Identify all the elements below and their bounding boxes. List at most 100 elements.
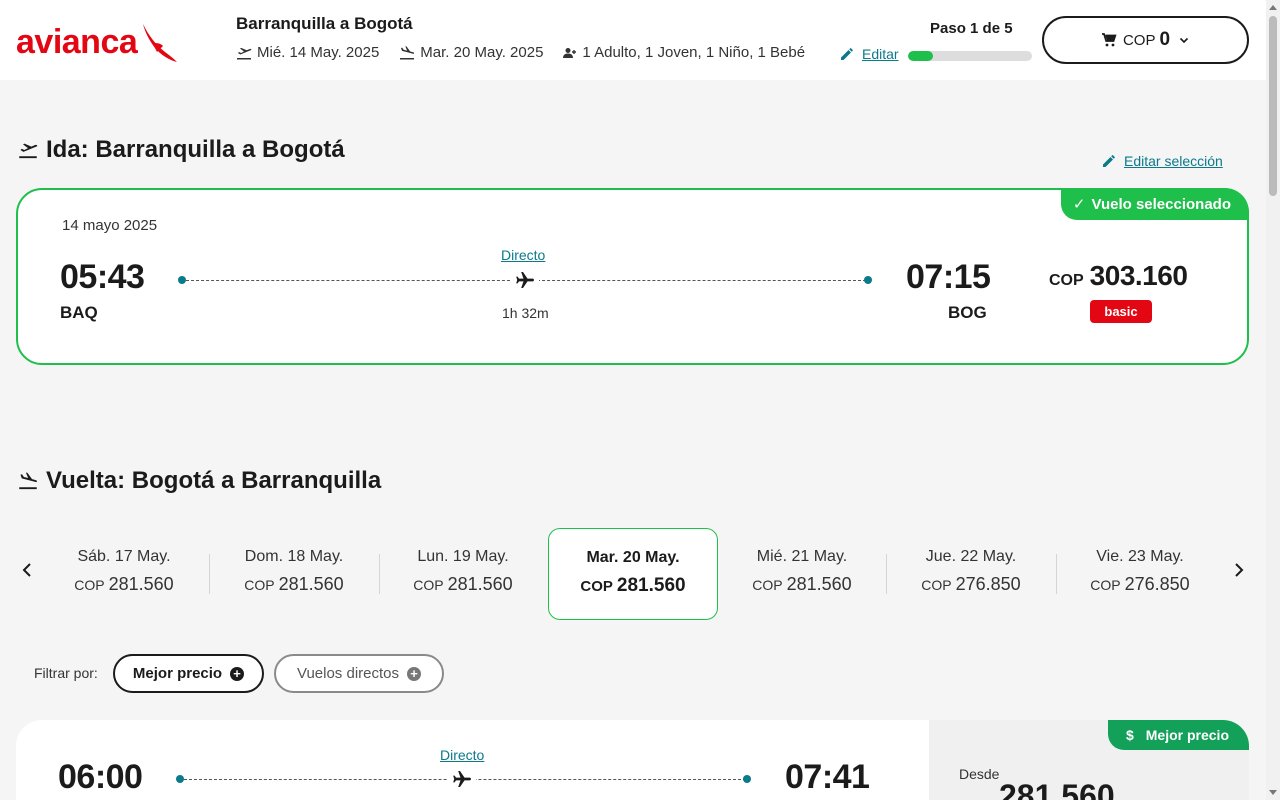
result-price-panel[interactable]: $ Mejor precio Desde 281.560: [929, 720, 1249, 800]
chevron-right-icon: [1235, 563, 1244, 577]
result-price: 281.560: [999, 778, 1115, 800]
passengers-item: 1 Adulto, 1 Joven, 1 Niño, 1 Bebé: [563, 44, 805, 61]
step-progress-fill: [908, 51, 933, 61]
route-start-dot: [178, 276, 186, 284]
pencil-icon: [1103, 155, 1115, 167]
avianca-logo[interactable]: avianca: [16, 22, 179, 62]
date-option-currency: COP: [1090, 577, 1121, 593]
date-option-currency: COP: [244, 577, 275, 593]
arrival-time: 07:15: [906, 258, 991, 296]
selected-flight-card[interactable]: ✓ Vuelo seleccionado 14 mayo 2025 05:43 …: [16, 188, 1249, 365]
depart-date: Mié. 14 May. 2025: [257, 44, 380, 61]
date-option-amount: 281.560: [616, 575, 686, 596]
return-title-text: Vuelta: Bogotá a Barranquilla: [46, 467, 382, 494]
departure-time: 05:43: [60, 258, 145, 296]
scroll-up-arrow[interactable]: [1269, 5, 1277, 10]
chevron-down-icon: [1179, 37, 1189, 44]
flight-date: 14 mayo 2025: [62, 217, 158, 234]
step-indicator: Paso 1 de 5: [930, 20, 1013, 37]
top-header: avianca Barranquilla a Bogotá Mié. 14 Ma…: [0, 0, 1266, 80]
outbound-title-text: Ida: Barranquilla a Bogotá: [46, 136, 345, 163]
date-option-currency: COP: [74, 577, 105, 593]
selected-flight-badge-label: Vuelo seleccionado: [1091, 195, 1232, 213]
date-option-price: COP 281.560: [44, 574, 204, 595]
airplane-icon: [511, 270, 539, 295]
date-divider: [1056, 554, 1057, 594]
date-option-selected[interactable]: Mar. 20 May. COP 281.560: [548, 528, 718, 620]
best-price-badge-label: Mejor precio: [1145, 727, 1229, 743]
date-option-amount: 281.560: [786, 574, 852, 594]
takeoff-icon: [237, 47, 252, 59]
best-price-badge: $ Mejor precio: [1107, 720, 1249, 750]
logo-wordmark: avianca: [16, 23, 138, 61]
arrival-airport-code: BOG: [948, 303, 987, 322]
filter-direct-chip[interactable]: Vuelos directos +: [274, 654, 444, 693]
price-value: 303.160: [1089, 260, 1188, 291]
scroll-thumb[interactable]: [1269, 16, 1277, 196]
flight-result-card[interactable]: 06:00 Directo 07:41 $ Mejor precio Desde…: [16, 720, 1249, 800]
direct-flight-link[interactable]: Directo: [440, 747, 484, 763]
carousel-next-button[interactable]: [1232, 560, 1246, 586]
date-option-amount: 281.560: [447, 574, 513, 594]
edit-selection-label: Editar selección: [1124, 153, 1223, 169]
date-option-price: COP 276.850: [1060, 574, 1220, 595]
price-from-label: Desde: [959, 766, 1000, 782]
date-option-currency: COP: [921, 577, 952, 593]
date-option-amount: 276.850: [955, 574, 1021, 594]
return-date-item: Mar. 20 May. 2025: [399, 44, 543, 61]
scroll-down-arrow[interactable]: [1269, 790, 1277, 795]
page-scrollbar[interactable]: [1266, 0, 1280, 800]
depart-date-item: Mié. 14 May. 2025: [236, 44, 379, 61]
departure-time: 06:00: [58, 758, 143, 796]
cart-icon: [1101, 33, 1117, 47]
date-option-day: Mar. 20 May.: [586, 549, 680, 566]
direct-flight-link[interactable]: Directo: [501, 247, 545, 263]
step-progress-bar: [908, 51, 1032, 61]
filter-label: Filtrar por:: [34, 665, 98, 681]
selected-flight-badge: ✓ Vuelo seleccionado: [1060, 188, 1249, 220]
departure-airport-code: BAQ: [60, 303, 98, 322]
dollar-icon: $: [1125, 727, 1134, 743]
date-option-amount: 281.560: [278, 574, 344, 594]
passengers-summary: 1 Adulto, 1 Joven, 1 Niño, 1 Bebé: [582, 44, 806, 61]
outbound-section-title: Ida: Barranquilla a Bogotá: [18, 136, 345, 164]
date-option-price: COP 276.850: [891, 574, 1051, 595]
date-option[interactable]: Mié. 21 May. COP 281.560: [722, 548, 882, 595]
filter-best-price-label: Mejor precio: [132, 665, 223, 682]
check-icon: ✓: [1072, 196, 1086, 213]
date-option[interactable]: Dom. 18 May. COP 281.560: [214, 548, 374, 595]
date-option-amount: 281.560: [108, 574, 174, 594]
date-divider: [886, 554, 887, 594]
date-option[interactable]: Sáb. 17 May. COP 281.560: [44, 548, 204, 595]
edit-search-link[interactable]: Editar: [840, 46, 899, 62]
logo-bird-icon: [143, 24, 178, 62]
date-option-day: Lun. 19 May.: [417, 548, 509, 565]
carousel-prev-button[interactable]: [20, 560, 34, 586]
plus-circle-icon: +: [230, 666, 245, 681]
date-divider: [209, 554, 210, 594]
return-section-title: Vuelta: Bogotá a Barranquilla: [18, 467, 381, 495]
route-end-dot: [864, 276, 872, 284]
date-option-amount: 276.850: [1124, 574, 1190, 594]
cart-button[interactable]: COP 0: [1042, 16, 1249, 64]
date-option[interactable]: Vie. 23 May. COP 276.850: [1060, 548, 1220, 595]
fare-type-badge: basic: [1090, 300, 1152, 323]
flight-price: COP 303.160: [1049, 260, 1188, 292]
date-option-currency: COP: [752, 577, 783, 593]
date-option[interactable]: Jue. 22 May. COP 276.850: [891, 548, 1051, 595]
edit-selection-link[interactable]: Editar selección: [1102, 153, 1223, 169]
filter-best-price-chip[interactable]: Mejor precio +: [113, 654, 264, 693]
chevron-left-icon: [22, 563, 31, 577]
plus-circle-icon: +: [407, 666, 421, 681]
date-option[interactable]: Lun. 19 May. COP 281.560: [383, 548, 543, 595]
trip-summary: Mié. 14 May. 2025 Mar. 20 May. 2025 1 Ad…: [236, 44, 825, 61]
arrival-time: 07:41: [785, 758, 870, 796]
date-option-price: COP 281.560: [214, 574, 374, 595]
date-option-day: Sáb. 17 May.: [77, 548, 171, 565]
date-option-price: COP 281.560: [722, 574, 882, 595]
airplane-icon: [448, 769, 476, 794]
cart-currency: COP: [1122, 31, 1156, 49]
route-end-dot: [743, 775, 751, 783]
pencil-icon: [841, 48, 853, 60]
edit-search-label: Editar: [862, 46, 899, 62]
